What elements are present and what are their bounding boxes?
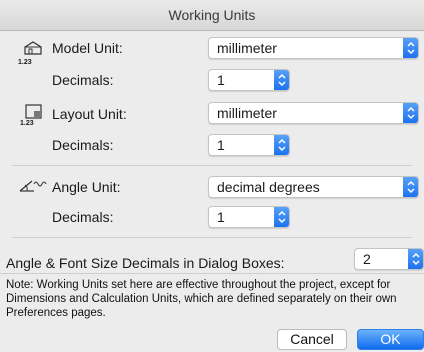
model-decimals-select[interactable]: 1 bbox=[208, 69, 290, 91]
dialog-decimals-select[interactable]: 2 bbox=[354, 248, 424, 270]
angle-unit-select[interactable]: decimal degrees bbox=[208, 176, 419, 198]
separator bbox=[12, 237, 412, 238]
angle-unit-icon bbox=[18, 175, 48, 197]
model-unit-icon-caption: 1.23 bbox=[18, 59, 32, 66]
layout-decimals-select[interactable]: 1 bbox=[208, 134, 290, 156]
model-unit-select[interactable]: millimeter bbox=[208, 37, 419, 59]
chevron-updown-icon[interactable] bbox=[403, 177, 418, 197]
chevron-updown-icon[interactable] bbox=[274, 135, 289, 155]
layout-unit-select[interactable]: millimeter bbox=[208, 102, 419, 124]
note-text: Note: Working Units set here are effecti… bbox=[6, 279, 397, 319]
model-decimals-label: Decimals: bbox=[52, 72, 114, 88]
angle-unit-label: Angle Unit: bbox=[52, 179, 121, 195]
separator bbox=[0, 273, 424, 274]
dialog-decimals-value: 2 bbox=[363, 251, 371, 267]
dialog-decimals-label: Angle & Font Size Decimals in Dialog Box… bbox=[6, 255, 285, 271]
angle-decimals-label: Decimals: bbox=[52, 209, 114, 225]
chevron-updown-icon[interactable] bbox=[274, 207, 289, 227]
layout-unit-icon-caption: 1.23 bbox=[20, 120, 34, 127]
separator bbox=[12, 165, 412, 166]
chevron-updown-icon[interactable] bbox=[403, 103, 418, 123]
model-unit-value: millimeter bbox=[217, 40, 277, 56]
angle-decimals-select[interactable]: 1 bbox=[208, 206, 290, 228]
layout-decimals-value: 1 bbox=[217, 137, 225, 153]
chevron-updown-icon[interactable] bbox=[274, 70, 289, 90]
layout-unit-value: millimeter bbox=[217, 105, 277, 121]
ok-button[interactable]: OK bbox=[357, 329, 424, 350]
working-units-dialog: Working Units 1.23 Model Unit: millimete… bbox=[0, 0, 424, 352]
chevron-updown-icon[interactable] bbox=[408, 249, 423, 269]
layout-unit-label: Layout Unit: bbox=[52, 106, 127, 122]
angle-unit-value: decimal degrees bbox=[217, 179, 320, 195]
layout-decimals-label: Decimals: bbox=[52, 137, 114, 153]
angle-decimals-value: 1 bbox=[217, 209, 225, 225]
chevron-updown-icon[interactable] bbox=[403, 38, 418, 58]
cancel-button[interactable]: Cancel bbox=[277, 329, 347, 350]
model-decimals-value: 1 bbox=[217, 72, 225, 88]
model-unit-label: Model Unit: bbox=[52, 40, 123, 56]
window-title: Working Units bbox=[0, 0, 424, 31]
